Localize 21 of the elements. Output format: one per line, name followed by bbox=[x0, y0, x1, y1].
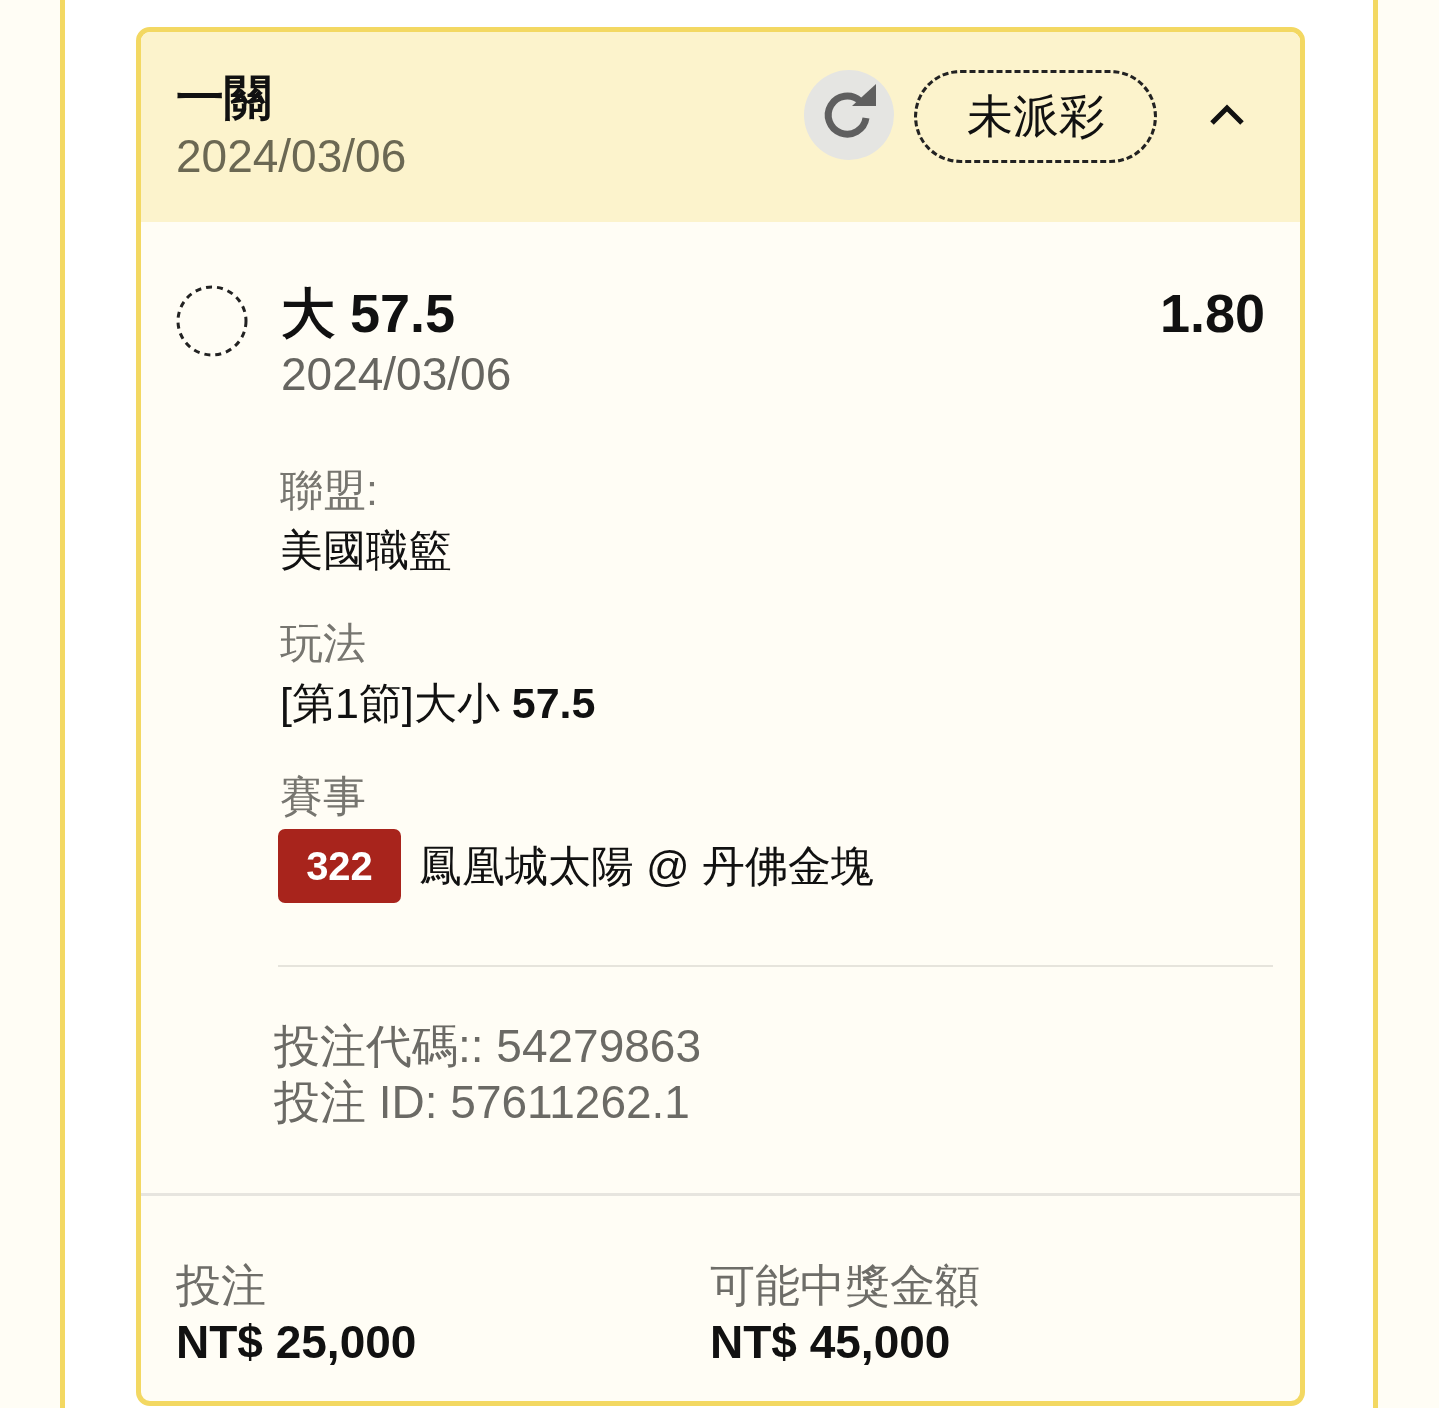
match-teams: 鳳凰城太陽 @ 丹佛金塊 bbox=[419, 841, 874, 892]
bet-reference: 投注代碼:: 54279863 bbox=[274, 1019, 702, 1074]
detail-label: 賽事 bbox=[280, 771, 367, 822]
detail-label: 玩法 bbox=[280, 618, 367, 669]
status-badge: 未派彩 bbox=[914, 70, 1157, 163]
selection-pick: 大 57.5 bbox=[281, 282, 457, 345]
detail-value: 美國職籃 bbox=[280, 525, 453, 576]
total-label: 可能中獎金額 bbox=[710, 1259, 981, 1313]
bet-date: 2024/03/06 bbox=[176, 129, 407, 184]
selection-date: 2024/03/06 bbox=[281, 347, 513, 402]
detail-value: [第1節]大小 57.5 bbox=[280, 678, 597, 729]
total-label: 投注 bbox=[176, 1259, 267, 1313]
odds-value: 1.80 bbox=[1159, 282, 1265, 345]
chevron-up-icon bbox=[1209, 103, 1245, 126]
bet-reference: 投注 ID: 57611262.1 bbox=[274, 1075, 691, 1130]
total-amount: NT$ 45,000 bbox=[710, 1315, 952, 1370]
total-amount: NT$ 25,000 bbox=[176, 1315, 418, 1370]
detail-label: 聯盟: bbox=[280, 465, 379, 516]
bet-type-title: 一關 bbox=[176, 70, 273, 126]
match-number-badge: 322 bbox=[278, 829, 401, 903]
dashed-circle-icon bbox=[176, 285, 248, 357]
